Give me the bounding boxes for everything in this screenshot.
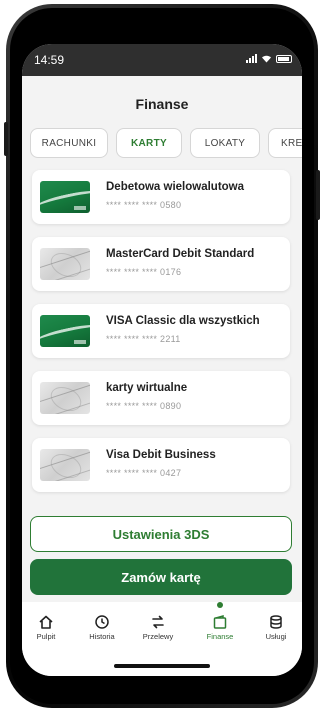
card-name: MasterCard Debit Standard <box>106 248 255 260</box>
nav-label: Finanse <box>206 632 234 641</box>
nav-historia[interactable]: Historia <box>74 614 130 650</box>
tab-label: RACHUNKI <box>41 137 97 149</box>
power-button <box>316 170 320 220</box>
card-image <box>40 181 90 213</box>
card-number: **** **** **** 2211 <box>106 334 181 344</box>
nav-uslugi[interactable]: Usługi <box>248 614 302 650</box>
nav-label: Przelewy <box>142 632 174 641</box>
transfer-icon <box>152 615 164 629</box>
status-time: 14:59 <box>34 53 65 67</box>
card-image <box>40 382 90 414</box>
nav-przelewy[interactable]: Przelewy <box>130 614 186 650</box>
card-image <box>40 315 90 347</box>
card-name: Debetowa wielowalutowa <box>106 181 245 193</box>
card-name: Visa Debit Business <box>106 449 216 461</box>
page-title: Finanse <box>135 96 189 112</box>
card-image <box>40 248 90 280</box>
nav-label: Pulpit <box>36 632 56 641</box>
card-item-virtual[interactable]: karty wirtualne **** **** **** 0890 <box>32 371 290 425</box>
card-number: **** **** **** 0176 <box>106 267 182 277</box>
card-item-visa-classic[interactable]: VISA Classic dla wszystkich **** **** **… <box>32 304 290 358</box>
tab-rachunki[interactable]: RACHUNKI <box>30 128 108 158</box>
tab-label: KARTY <box>131 137 167 149</box>
card-item-mastercard[interactable]: MasterCard Debit Standard **** **** ****… <box>32 237 290 291</box>
battery-icon <box>276 54 292 63</box>
home-icon <box>39 615 53 629</box>
tab-karty[interactable]: KARTY <box>116 128 182 158</box>
volume-button <box>4 122 8 156</box>
card-number: **** **** **** 0890 <box>106 401 182 411</box>
page-header: Finanse <box>22 76 302 132</box>
signal-icon <box>246 54 257 63</box>
home-bar-area <box>22 650 302 676</box>
settings-3ds-button[interactable]: Ustawienia 3DS <box>30 516 292 552</box>
card-item-debetowa[interactable]: Debetowa wielowalutowa **** **** **** 05… <box>32 170 290 224</box>
app-screen: 14:59 Finanse RACHUNKI KARTY LOKATY KRE D… <box>22 44 302 676</box>
services-icon <box>270 615 282 629</box>
card-name: VISA Classic dla wszystkich <box>106 315 260 327</box>
status-icons <box>246 54 292 63</box>
card-item-visa-business[interactable]: Visa Debit Business **** **** **** 0427 <box>32 438 290 492</box>
home-indicator[interactable] <box>114 664 210 668</box>
order-card-button[interactable]: Zamów kartę <box>30 559 292 595</box>
tab-bar: RACHUNKI KARTY LOKATY KREDY <box>22 128 302 164</box>
finance-icon <box>213 615 227 629</box>
tab-label: KREDY <box>281 137 302 149</box>
card-number: **** **** **** 0580 <box>106 200 182 210</box>
history-icon <box>95 615 109 629</box>
settings-3ds-label: Ustawienia 3DS <box>112 526 210 542</box>
tab-lokaty[interactable]: LOKATY <box>190 128 260 158</box>
status-bar: 14:59 <box>22 44 302 76</box>
nav-finanse[interactable]: Finanse <box>192 614 248 650</box>
nav-label: Historia <box>89 632 115 641</box>
nav-label: Usługi <box>265 632 287 641</box>
card-image <box>40 449 90 481</box>
bottom-navigation: Pulpit Historia Przelewy Finanse Usługi <box>22 602 302 650</box>
card-number: **** **** **** 0427 <box>106 468 182 478</box>
active-indicator <box>217 602 223 608</box>
order-card-label: Zamów kartę <box>121 569 201 585</box>
tab-kredyty[interactable]: KREDY <box>268 128 302 158</box>
nav-pulpit[interactable]: Pulpit <box>22 614 74 650</box>
tab-label: LOKATY <box>204 137 246 149</box>
card-name: karty wirtualne <box>106 382 188 394</box>
wifi-icon <box>262 55 271 63</box>
